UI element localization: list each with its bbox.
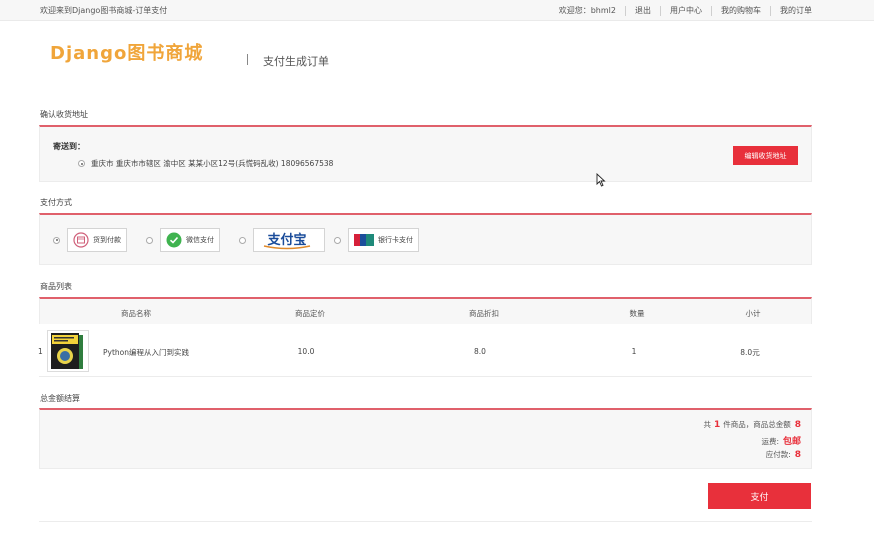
page-title: 支付生成订单 xyxy=(263,55,329,68)
bankcard-label: 银行卡支付 xyxy=(378,236,413,244)
payment-radio-wechat[interactable] xyxy=(146,236,153,244)
payment-option-cod[interactable]: 货到付款 xyxy=(53,228,127,252)
book-cover-image xyxy=(51,333,83,369)
item-count: 1 xyxy=(713,420,721,430)
payable-line: 应付款: 8 xyxy=(766,449,801,460)
total-middle: 件商品，商品总金额 xyxy=(723,420,791,429)
book-discount: 8.0 xyxy=(474,347,486,356)
book-cover[interactable] xyxy=(47,330,89,372)
col-discount: 商品折扣 xyxy=(469,309,499,318)
wechat-box[interactable]: 微信支付 xyxy=(160,228,220,252)
payment-panel: 货到付款 微信支付 支付宝 银行卡支付 xyxy=(39,213,812,265)
welcome-text: 欢迎来到Django图书商城-订单支付 xyxy=(40,6,168,15)
edit-address-button[interactable]: 编辑收货地址 xyxy=(733,146,798,165)
logout-link[interactable]: 退出 xyxy=(635,5,651,16)
address-panel: 寄送到： 重庆市 重庆市市辖区 渝中区 某某小区12号(兵慌码乱收) 18096… xyxy=(39,125,812,182)
divider xyxy=(711,5,712,16)
payment-section-title: 支付方式 xyxy=(40,198,72,207)
shipping-label: 运费: xyxy=(761,437,779,446)
unionpay-icon xyxy=(354,234,374,246)
payment-radio-cod[interactable] xyxy=(53,236,60,244)
divider xyxy=(247,54,248,65)
top-bar: 欢迎来到Django图书商城-订单支付 欢迎您：bhml2 退出 用户中心 我的… xyxy=(0,0,874,21)
col-price: 商品定价 xyxy=(295,309,325,318)
site-logo[interactable]: Django图书商城 xyxy=(50,39,203,65)
ship-to-label: 寄送到： xyxy=(53,142,85,151)
goods-section-title: 商品列表 xyxy=(40,282,72,291)
address-section-title: 确认收货地址 xyxy=(40,110,88,119)
book-price: 10.0 xyxy=(297,347,315,356)
book-quantity: 1 xyxy=(631,347,637,356)
book-title[interactable]: Python编程从入门到实践 xyxy=(103,347,189,358)
payment-radio-alipay[interactable] xyxy=(239,236,246,244)
top-links: 欢迎您：bhml2 退出 用户中心 我的购物车 我的订单 xyxy=(559,5,812,16)
total-amount: 8 xyxy=(794,420,801,430)
payable-value: 8 xyxy=(794,450,801,460)
table-row: 1 Python编程从入门到实践 10.0 8.0 1 8.0元 xyxy=(38,324,812,377)
cod-label: 货到付款 xyxy=(93,236,121,244)
payment-option-wechat[interactable]: 微信支付 xyxy=(146,228,220,252)
goods-table-header: 商品名称 商品定价 商品折扣 数量 小计 xyxy=(39,297,812,324)
row-index: 1 xyxy=(38,347,43,356)
col-subtotal: 小计 xyxy=(745,309,761,318)
alipay-logo: 支付宝 xyxy=(263,232,311,250)
col-quantity: 数量 xyxy=(629,309,645,318)
shipping-value: 包邮 xyxy=(782,437,801,447)
payment-option-bankcard[interactable]: 银行卡支付 xyxy=(334,228,419,252)
total-panel: 共 1 件商品，商品总金额 8 运费: 包邮 应付款: 8 xyxy=(39,408,812,469)
book-subtotal: 8.0元 xyxy=(740,348,760,357)
col-name: 商品名称 xyxy=(121,309,151,318)
address-text: 重庆市 重庆市市辖区 渝中区 某某小区12号(兵慌码乱收) 1809656753… xyxy=(91,159,334,168)
total-summary: 共 1 件商品，商品总金额 8 xyxy=(703,419,801,430)
total-prefix: 共 xyxy=(703,420,711,429)
divider xyxy=(39,521,812,522)
alipay-logo-text: 支付宝 xyxy=(266,232,306,248)
divider xyxy=(625,5,626,16)
divider xyxy=(660,5,661,16)
alipay-box[interactable]: 支付宝 xyxy=(253,228,325,252)
payable-label: 应付款: xyxy=(765,450,791,459)
divider xyxy=(770,5,771,16)
cod-box[interactable]: 货到付款 xyxy=(67,228,127,252)
mouse-cursor-icon xyxy=(596,173,606,187)
payment-radio-bankcard[interactable] xyxy=(334,236,341,244)
cod-icon xyxy=(73,232,89,248)
address-radio[interactable] xyxy=(78,160,85,167)
wechat-label: 微信支付 xyxy=(186,236,214,244)
shipping-line: 运费: 包邮 xyxy=(761,434,801,447)
total-section-title: 总金额结算 xyxy=(40,394,80,403)
pay-button[interactable]: 支付 xyxy=(708,483,811,509)
payment-option-alipay[interactable]: 支付宝 xyxy=(239,228,325,252)
wechat-icon xyxy=(166,232,182,248)
cart-link[interactable]: 我的购物车 xyxy=(721,5,761,16)
bankcard-box[interactable]: 银行卡支付 xyxy=(348,228,419,252)
user-center-link[interactable]: 用户中心 xyxy=(670,5,702,16)
my-orders-link[interactable]: 我的订单 xyxy=(780,5,812,16)
user-greeting: 欢迎您：bhml2 xyxy=(558,6,616,15)
address-option[interactable]: 重庆市 重庆市市辖区 渝中区 某某小区12号(兵慌码乱收) 1809656753… xyxy=(78,158,333,169)
